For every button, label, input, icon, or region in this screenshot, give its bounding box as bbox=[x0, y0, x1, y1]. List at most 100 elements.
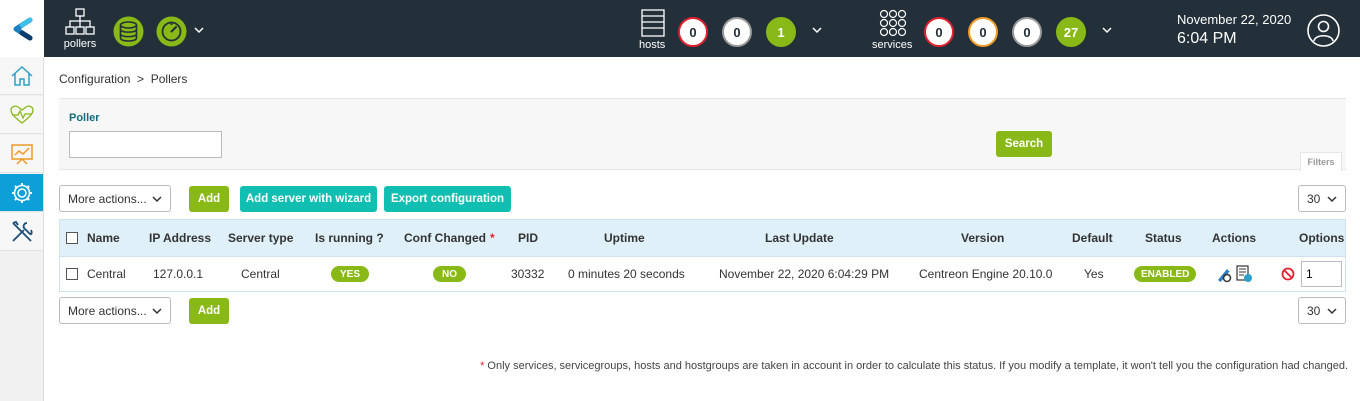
chevron-down-icon bbox=[152, 307, 162, 314]
select-all-checkbox[interactable] bbox=[66, 220, 78, 256]
header-actions: Actions bbox=[1212, 231, 1257, 245]
header-pid[interactable]: PID bbox=[518, 220, 538, 256]
hosts-unreachable-count[interactable]: 0 bbox=[722, 17, 752, 47]
disable-icon[interactable] bbox=[1281, 267, 1295, 281]
add-button-bottom[interactable]: Add bbox=[189, 298, 229, 324]
more-actions-select-top[interactable]: More actions... bbox=[59, 185, 171, 212]
configuration-gear-icon bbox=[11, 182, 32, 203]
centreon-logo-icon[interactable] bbox=[0, 0, 44, 57]
services-warning-count[interactable]: 0 bbox=[968, 17, 998, 47]
cell-options bbox=[1281, 257, 1342, 291]
pollers-table: Name IP Address Server type Is running ?… bbox=[59, 219, 1346, 292]
services-critical-count[interactable]: 0 bbox=[924, 17, 954, 47]
chevron-down-icon bbox=[152, 195, 162, 202]
add-server-wizard-button[interactable]: Add server with wizard bbox=[240, 186, 377, 212]
page-size-select-top[interactable]: 30 bbox=[1298, 185, 1346, 212]
export-configuration-button[interactable]: Export configuration bbox=[384, 186, 511, 212]
footnote-text: Only services, servicegroups, hosts and … bbox=[487, 360, 1348, 372]
chevron-down-icon bbox=[1327, 195, 1337, 202]
header-name[interactable]: Name bbox=[87, 220, 120, 256]
services-ok-count[interactable]: 27 bbox=[1056, 17, 1086, 47]
header-version[interactable]: Version bbox=[961, 220, 1004, 256]
header-status[interactable]: Status bbox=[1145, 220, 1182, 256]
is-running-badge: YES bbox=[331, 266, 370, 282]
filters-panel: Poller Search bbox=[59, 98, 1346, 170]
header-uptime[interactable]: Uptime bbox=[604, 220, 645, 256]
poller-filter-label: Poller bbox=[69, 112, 100, 124]
status-badge: ENABLED bbox=[1134, 266, 1197, 282]
poller-filter-input[interactable] bbox=[69, 131, 222, 158]
page-size-select-bottom[interactable]: 30 bbox=[1298, 297, 1346, 324]
cell-is-running: YES bbox=[331, 257, 370, 291]
poller-tree-icon bbox=[65, 8, 95, 35]
sidebar-item-administration[interactable] bbox=[0, 213, 43, 251]
cell-status: ENABLED bbox=[1134, 257, 1197, 291]
header-conf-changed-label: Conf Changed bbox=[404, 231, 486, 245]
services-label: services bbox=[872, 39, 913, 51]
current-time: 6:04 PM bbox=[1177, 30, 1237, 47]
search-button[interactable]: Search bbox=[996, 131, 1052, 157]
sidebar-item-configuration[interactable] bbox=[0, 174, 43, 212]
header-last-update[interactable]: Last Update bbox=[765, 220, 834, 256]
sidebar-item-monitoring[interactable] bbox=[0, 96, 43, 134]
current-date: November 22, 2020 bbox=[1177, 12, 1292, 27]
sidebar bbox=[0, 57, 44, 401]
home-icon bbox=[10, 65, 33, 86]
header-is-running[interactable]: Is running ? bbox=[315, 220, 384, 256]
more-actions-label: More actions... bbox=[68, 303, 147, 318]
footnote: * Only services, servicegroups, hosts an… bbox=[480, 360, 1348, 372]
filters-tab[interactable]: Filters bbox=[1300, 152, 1342, 171]
row-checkbox[interactable] bbox=[66, 257, 78, 291]
cell-actions bbox=[1215, 257, 1253, 291]
footnote-star: * bbox=[480, 360, 485, 372]
services-grid-icon[interactable] bbox=[879, 9, 907, 37]
edit-config-icon[interactable] bbox=[1215, 265, 1233, 283]
administration-tools-icon bbox=[11, 220, 33, 242]
view-log-icon[interactable] bbox=[1235, 265, 1253, 283]
page-size-value: 30 bbox=[1307, 191, 1321, 206]
cell-version: Centreon Engine 20.10.0 bbox=[919, 267, 1053, 281]
hosts-up-count[interactable]: 1 bbox=[766, 17, 796, 47]
duplicate-count-input[interactable] bbox=[1301, 261, 1342, 287]
user-avatar-icon[interactable] bbox=[1307, 14, 1340, 47]
table-header: Name IP Address Server type Is running ?… bbox=[60, 220, 1345, 256]
cell-server-type: Central bbox=[241, 267, 280, 281]
cell-ip: 127.0.0.1 bbox=[153, 267, 204, 281]
header-default[interactable]: Default bbox=[1072, 220, 1113, 256]
header-options: Options bbox=[1299, 231, 1345, 245]
chevron-down-icon[interactable] bbox=[811, 24, 823, 36]
services-unknown-count[interactable]: 0 bbox=[1012, 17, 1042, 47]
cell-conf-changed: NO bbox=[433, 257, 466, 291]
more-actions-select-bottom[interactable]: More actions... bbox=[59, 297, 171, 324]
conf-changed-badge: NO bbox=[433, 266, 466, 282]
chevron-down-icon[interactable] bbox=[1101, 24, 1113, 36]
header-server-type[interactable]: Server type bbox=[228, 220, 293, 256]
cell-pid: 30332 bbox=[511, 267, 545, 281]
more-actions-label: More actions... bbox=[68, 191, 147, 206]
monitoring-heartbeat-icon bbox=[9, 105, 34, 124]
sidebar-item-reporting[interactable] bbox=[0, 135, 43, 173]
hosts-server-icon[interactable] bbox=[641, 9, 665, 37]
database-icon[interactable] bbox=[113, 16, 144, 47]
logo-cell bbox=[0, 0, 44, 57]
hosts-down-count[interactable]: 0 bbox=[678, 17, 708, 47]
table-row: Central 127.0.0.1 Central YES NO 30332 0… bbox=[60, 256, 1345, 291]
cell-last-update: November 22, 2020 6:04:29 PM bbox=[719, 267, 890, 281]
add-button-top[interactable]: Add bbox=[189, 186, 229, 212]
latency-gauge-icon[interactable] bbox=[156, 16, 187, 47]
cell-default: Yes bbox=[1084, 267, 1104, 281]
clock: November 22, 2020 6:04 PM bbox=[1177, 12, 1291, 48]
required-star: * bbox=[490, 231, 495, 245]
hosts-label: hosts bbox=[639, 39, 666, 51]
sidebar-item-home[interactable] bbox=[0, 57, 43, 95]
header-conf-changed[interactable]: Conf Changed * bbox=[404, 220, 495, 256]
pollers-label: pollers bbox=[63, 38, 97, 50]
top-bar: pollers hosts 0 0 1 services 0 0 0 27 No… bbox=[0, 0, 1360, 57]
cell-name[interactable]: Central bbox=[87, 257, 126, 291]
chevron-down-icon[interactable] bbox=[193, 24, 205, 36]
header-ip[interactable]: IP Address bbox=[149, 220, 211, 256]
breadcrumb: Configuration > Pollers bbox=[59, 72, 188, 86]
cell-uptime: 0 minutes 20 seconds bbox=[568, 267, 685, 281]
reporting-chart-icon bbox=[10, 143, 33, 165]
pollers-menu[interactable]: pollers bbox=[62, 8, 98, 52]
